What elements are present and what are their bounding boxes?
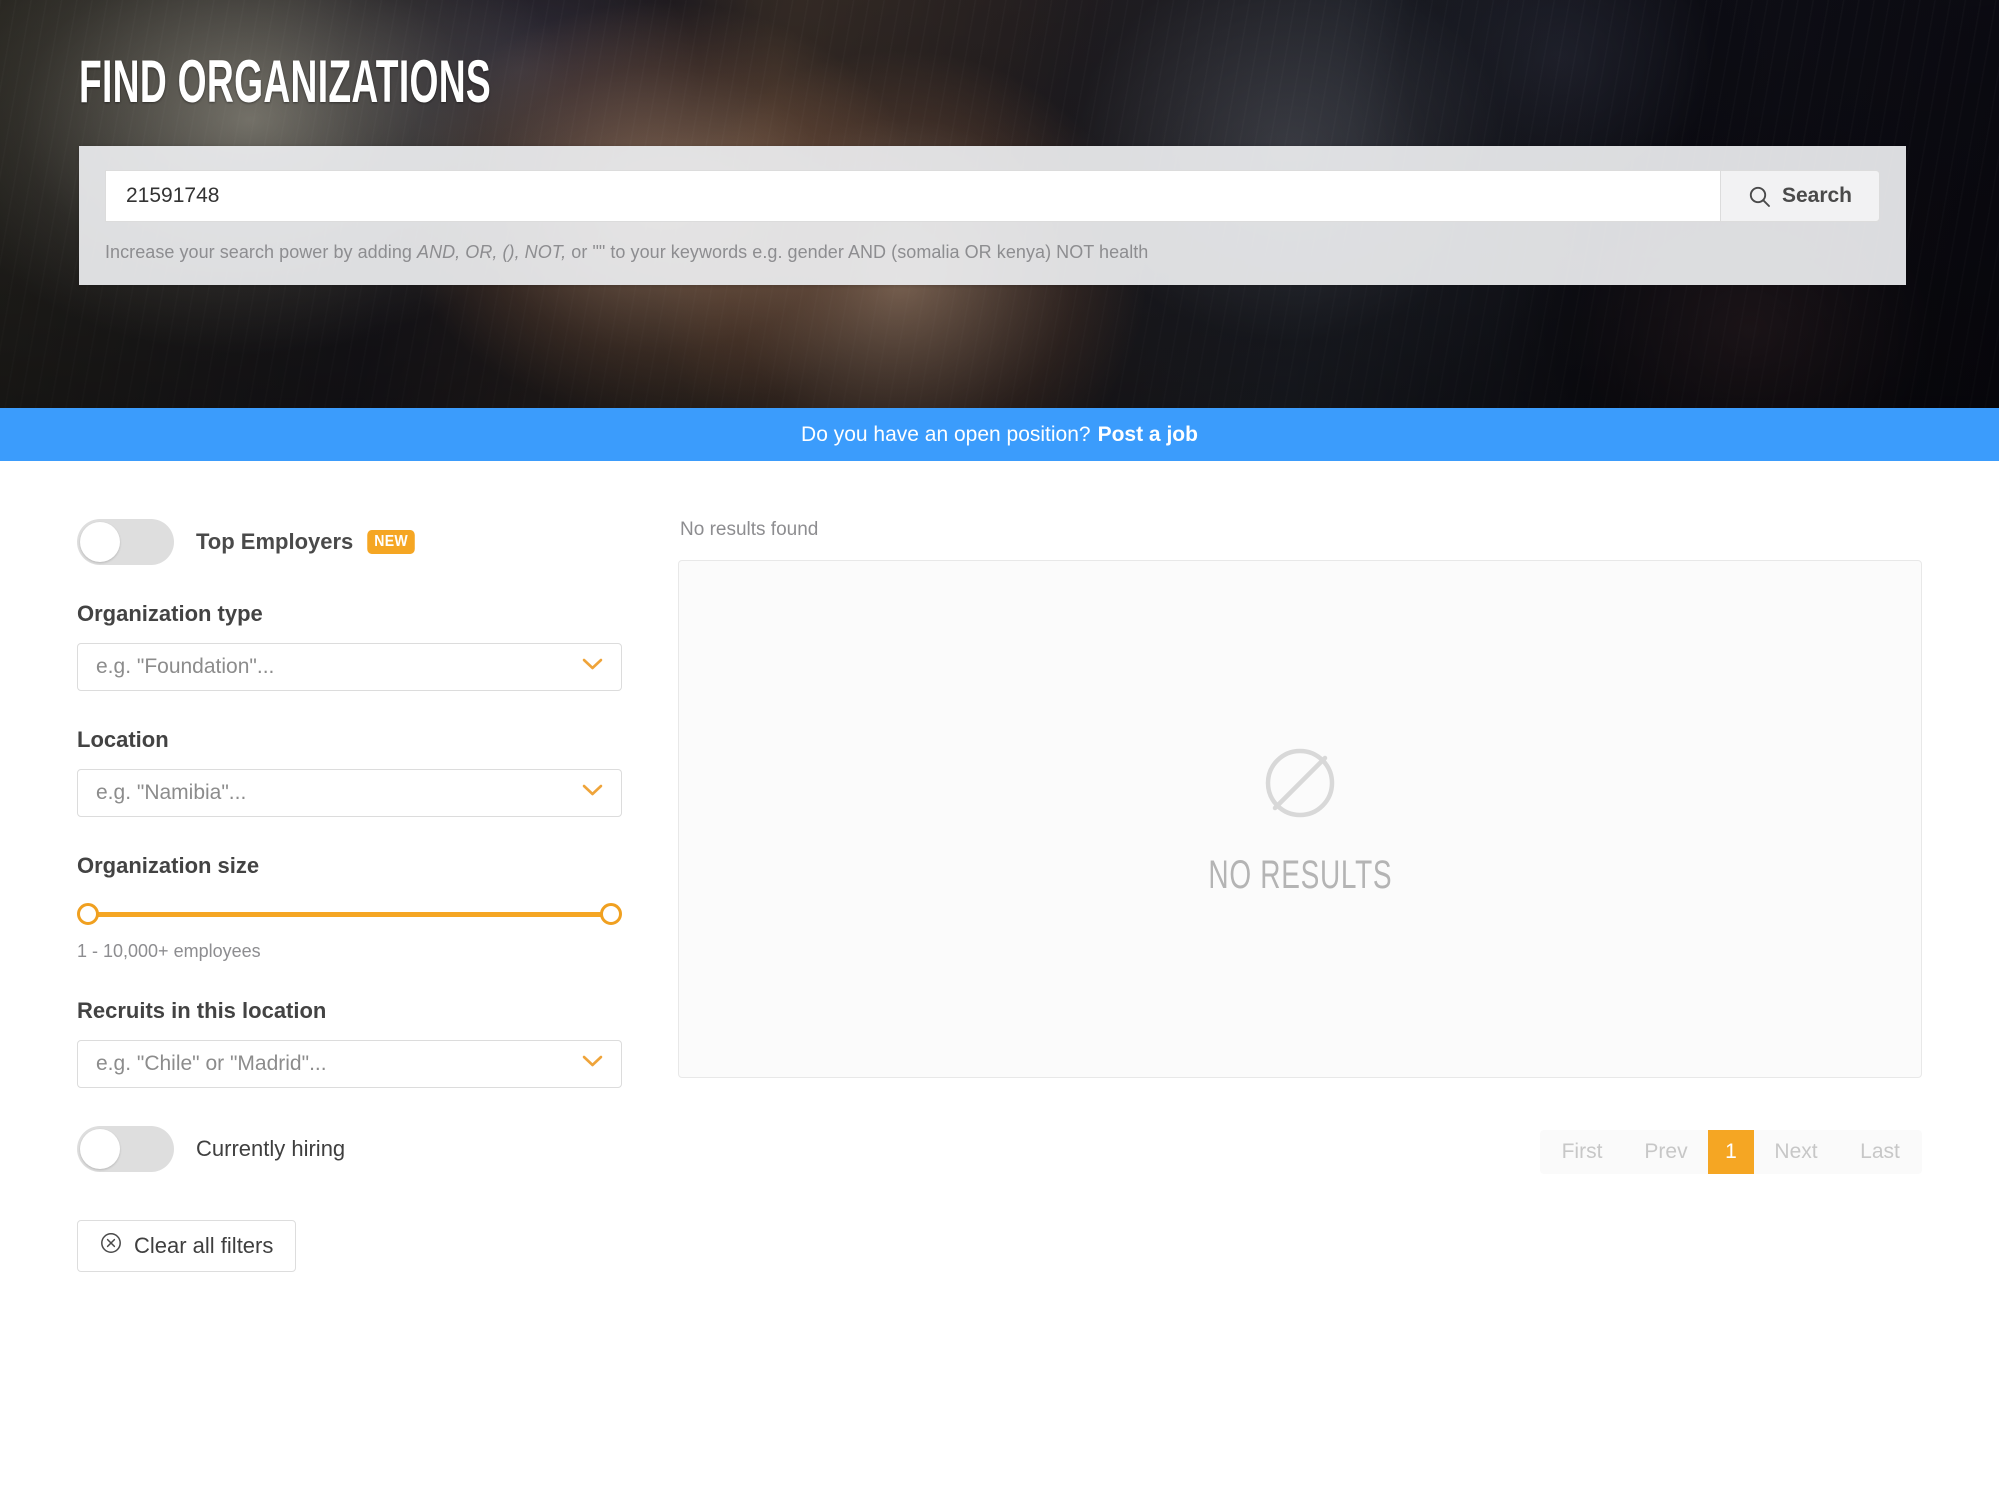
results-column: No results found NO RESULTS First Prev 1… (678, 519, 1922, 1272)
no-results-icon (1257, 740, 1343, 831)
search-hint-middle: or "" to your keywords e.g. gender AND (… (566, 242, 1149, 262)
organization-size-label: Organization size (77, 853, 260, 878)
pager: First Prev 1 Next Last (1540, 1130, 1922, 1174)
organization-type-select[interactable]: e.g. "Foundation"... (77, 643, 622, 691)
new-badge: NEW (367, 530, 416, 554)
promo-banner: Do you have an open position? Post a job (0, 408, 1999, 461)
recruits-in-location-label: Recruits in this location (77, 998, 327, 1023)
top-employers-filter: Top Employers NEW (77, 519, 622, 565)
organization-size-filter: Organization size 1 - 10,000+ employees (77, 853, 622, 962)
search-hint-prefix: Increase your search power by adding (105, 242, 418, 262)
location-label: Location (77, 727, 169, 752)
results-panel: NO RESULTS (678, 560, 1922, 1078)
top-employers-label-group: Top Employers NEW (196, 529, 419, 555)
page-body: Top Employers NEW Organization type e.g.… (77, 461, 1922, 1272)
top-employers-label: Top Employers (196, 529, 354, 554)
recruits-in-location-select[interactable]: e.g. "Chile" or "Madrid"... (77, 1040, 622, 1088)
promo-text: Do you have an open position? (801, 422, 1091, 446)
search-hint-operators: AND, OR, (), NOT, (417, 242, 567, 262)
organization-type-placeholder: e.g. "Foundation"... (96, 655, 275, 678)
currently-hiring-filter: Currently hiring (77, 1126, 622, 1172)
chevron-down-icon (582, 658, 603, 676)
slider-handle-min[interactable] (77, 903, 99, 925)
clear-all-filters-label: Clear all filters (134, 1233, 274, 1258)
location-filter: Location e.g. "Namibia"... (77, 727, 622, 817)
clear-circle-x-icon (100, 1232, 122, 1260)
slider-track (85, 912, 614, 917)
search-input[interactable] (105, 170, 1720, 222)
recruits-in-location-placeholder: e.g. "Chile" or "Madrid"... (96, 1052, 327, 1075)
no-results-label: NO RESULTS (1208, 853, 1392, 897)
search-row: Search (105, 170, 1880, 222)
pager-last[interactable]: Last (1838, 1130, 1922, 1174)
search-button-label: Search (1781, 184, 1853, 207)
toggle-knob (80, 522, 120, 562)
filters-sidebar: Top Employers NEW Organization type e.g.… (77, 519, 622, 1272)
chevron-down-icon (582, 1055, 603, 1073)
slider-handle-max[interactable] (600, 903, 622, 925)
location-select[interactable]: e.g. "Namibia"... (77, 769, 622, 817)
organization-type-filter: Organization type e.g. "Foundation"... (77, 601, 622, 691)
organization-type-label: Organization type (77, 601, 263, 626)
location-placeholder: e.g. "Namibia"... (96, 781, 247, 804)
search-panel: Search Increase your search power by add… (79, 146, 1906, 285)
recruits-in-location-filter: Recruits in this location e.g. "Chile" o… (77, 998, 622, 1088)
pager-page-1[interactable]: 1 (1708, 1130, 1754, 1174)
pager-first[interactable]: First (1540, 1130, 1624, 1174)
toggle-knob (80, 1129, 120, 1169)
clear-all-filters-button[interactable]: Clear all filters (77, 1220, 297, 1272)
chevron-down-icon (582, 784, 603, 802)
currently-hiring-label: Currently hiring (196, 1136, 346, 1161)
pager-next[interactable]: Next (1754, 1130, 1838, 1174)
pager-prev[interactable]: Prev (1624, 1130, 1708, 1174)
organization-size-caption: 1 - 10,000+ employees (77, 941, 261, 961)
search-button[interactable]: Search (1720, 170, 1880, 222)
top-employers-toggle[interactable] (77, 519, 174, 565)
post-a-job-link[interactable]: Post a job (1098, 423, 1198, 447)
search-hint: Increase your search power by adding AND… (105, 242, 1880, 263)
search-icon (1748, 185, 1771, 208)
results-count: No results found (680, 519, 819, 540)
currently-hiring-toggle[interactable] (77, 1126, 174, 1172)
pagination: First Prev 1 Next Last (678, 1130, 1922, 1174)
page-title: FIND ORGANIZATIONS (79, 48, 492, 115)
organization-size-slider[interactable] (77, 901, 622, 927)
hero-banner: FIND ORGANIZATIONS Search Increase your … (0, 0, 1999, 408)
